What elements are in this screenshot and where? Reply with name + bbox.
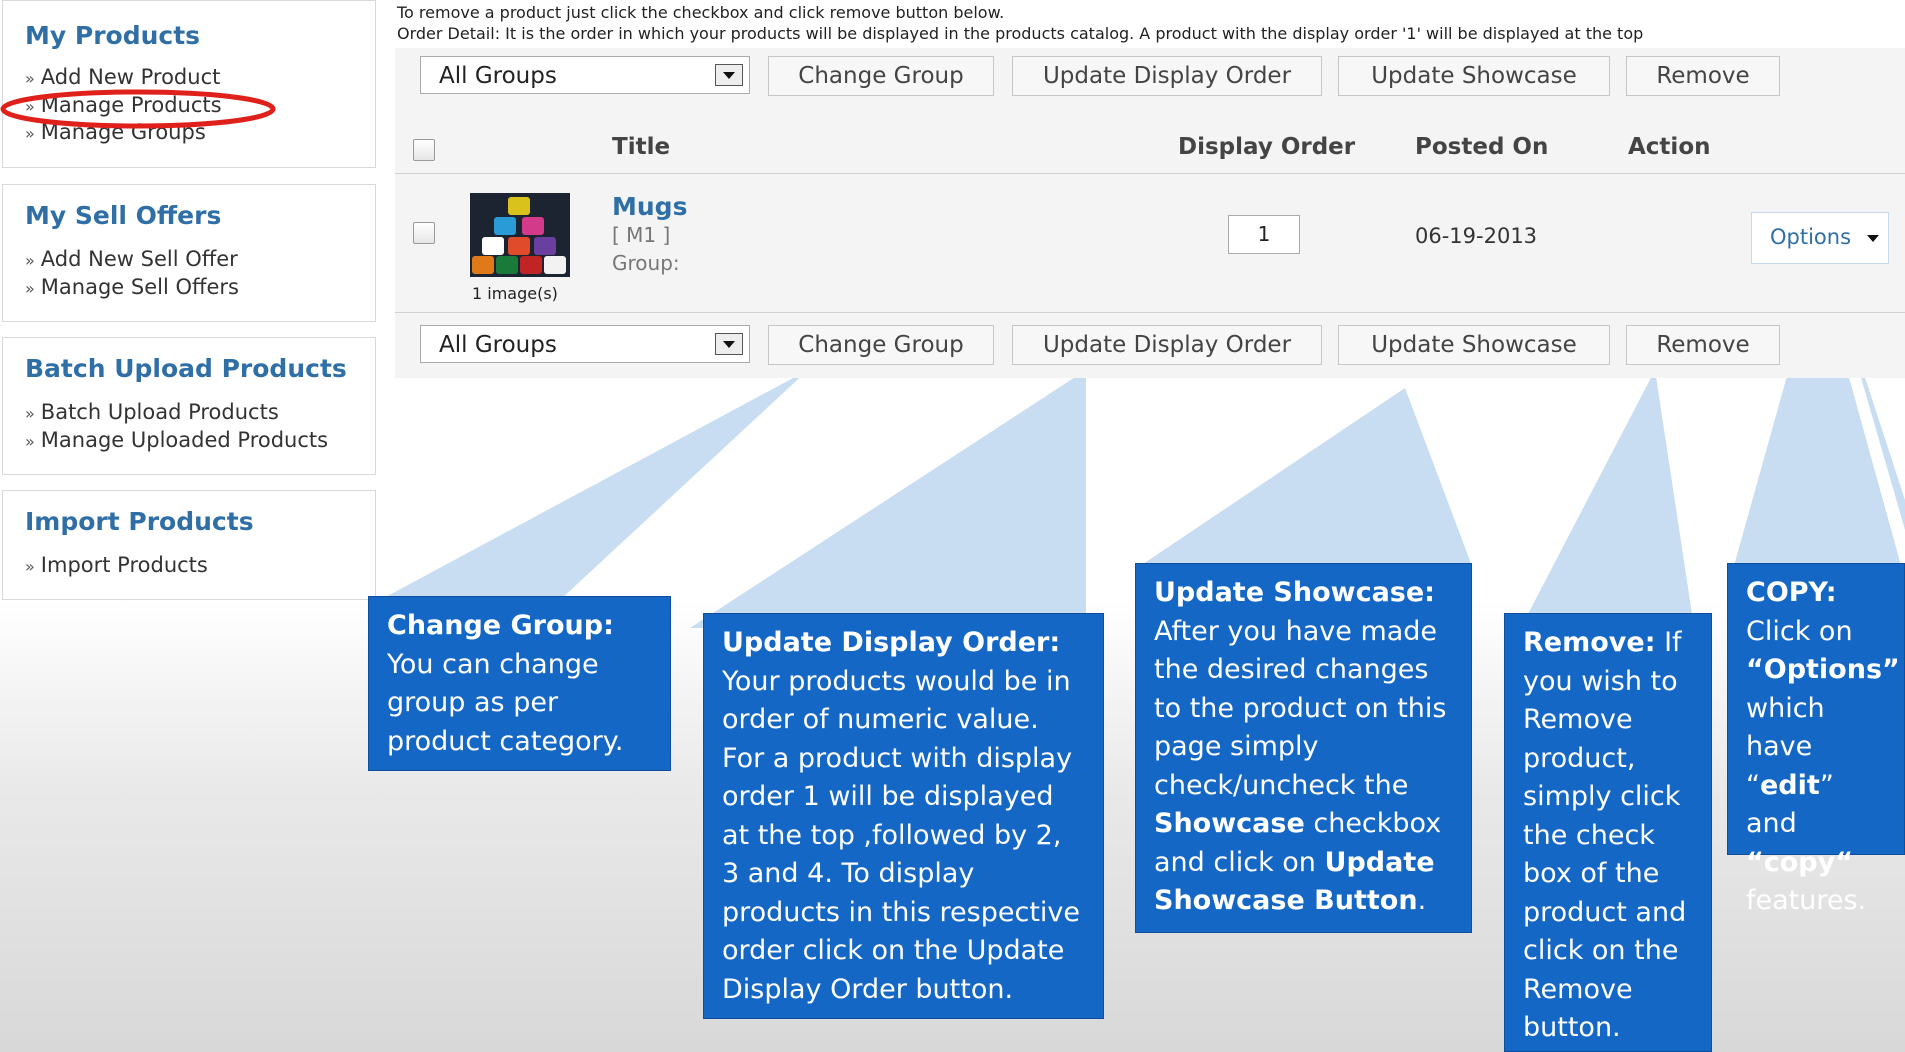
batch-upload-products-link[interactable]: » Batch Upload Products bbox=[25, 400, 279, 424]
image-count: 1 image(s) bbox=[472, 284, 558, 303]
col-title: Title bbox=[612, 134, 671, 160]
callout-remove: Remove: If you wish to Remove product, s… bbox=[1504, 613, 1712, 1052]
posted-on-value: 06-19-2013 bbox=[1415, 224, 1538, 248]
caret-down-icon bbox=[1867, 235, 1879, 242]
row-divider bbox=[395, 312, 1905, 313]
change-group-button-top[interactable]: Change Group bbox=[768, 56, 994, 96]
change-group-button-bottom[interactable]: Change Group bbox=[768, 325, 994, 365]
add-new-product-link[interactable]: » Add New Product bbox=[25, 65, 220, 89]
col-display-order: Display Order bbox=[1178, 134, 1356, 160]
my-products-title: My Products bbox=[25, 21, 201, 50]
group-select-bottom[interactable]: All Groups bbox=[420, 325, 750, 363]
update-display-order-button-bottom[interactable]: Update Display Order bbox=[1012, 325, 1322, 365]
row-checkbox[interactable] bbox=[413, 222, 435, 244]
my-sell-offers-box: My Sell Offers » Add New Sell Offer » Mana… bbox=[2, 184, 376, 322]
options-dropdown[interactable]: Options bbox=[1751, 212, 1889, 264]
my-sell-offers-title: My Sell Offers bbox=[25, 201, 222, 230]
batch-upload-box: Batch Upload Products » Batch Upload Prod… bbox=[2, 337, 376, 475]
callout-update-showcase: Update Showcase: After you have made the… bbox=[1135, 563, 1472, 933]
remove-button-bottom[interactable]: Remove bbox=[1626, 325, 1780, 365]
display-order-input[interactable]: 1 bbox=[1228, 215, 1300, 254]
update-showcase-button-bottom[interactable]: Update Showcase bbox=[1338, 325, 1610, 365]
manage-sell-offers-link[interactable]: » Manage Sell Offers bbox=[25, 275, 239, 299]
import-products-link[interactable]: » Import Products bbox=[25, 553, 208, 577]
callout-copy: COPY: Click on “Options” which have “edi… bbox=[1727, 563, 1905, 916]
import-products-box: Import Products » Import Products bbox=[2, 490, 376, 600]
batch-upload-title: Batch Upload Products bbox=[25, 354, 347, 383]
chevron-down-icon bbox=[715, 64, 743, 86]
select-all-checkbox[interactable] bbox=[413, 139, 435, 161]
manage-uploaded-products-link[interactable]: » Manage Uploaded Products bbox=[25, 428, 328, 452]
remove-button-top[interactable]: Remove bbox=[1626, 56, 1780, 96]
pointer-change-group bbox=[380, 370, 808, 600]
remove-instruction-note: To remove a product just click the check… bbox=[397, 3, 1005, 22]
highlight-ellipse bbox=[0, 89, 276, 129]
order-detail-note: Order Detail: It is the order in which y… bbox=[397, 24, 1644, 43]
callout-change-group: Change Group: You can change group as pe… bbox=[368, 596, 671, 771]
update-showcase-button-top[interactable]: Update Showcase bbox=[1338, 56, 1610, 96]
product-group-label: Group: bbox=[612, 251, 680, 275]
update-display-order-button-top[interactable]: Update Display Order bbox=[1012, 56, 1322, 96]
product-code: [ M1 ] bbox=[612, 223, 671, 247]
import-products-title: Import Products bbox=[25, 507, 254, 536]
product-title-link[interactable]: Mugs bbox=[612, 192, 687, 221]
product-thumbnail[interactable] bbox=[470, 193, 570, 277]
pointer-remove bbox=[1528, 370, 1692, 614]
add-new-sell-offer-link[interactable]: » Add New Sell Offer bbox=[25, 247, 238, 271]
group-select-top[interactable]: All Groups bbox=[420, 56, 750, 94]
callout-update-display-order: Update Display Order: Your products woul… bbox=[703, 613, 1104, 1019]
header-divider bbox=[395, 173, 1905, 174]
col-action: Action bbox=[1628, 134, 1711, 160]
chevron-down-icon bbox=[715, 333, 743, 355]
pointer-update-showcase bbox=[1140, 388, 1472, 566]
my-products-box: My Products » Add New Product » Manage Pro… bbox=[2, 0, 376, 168]
col-posted-on: Posted On bbox=[1415, 134, 1549, 160]
